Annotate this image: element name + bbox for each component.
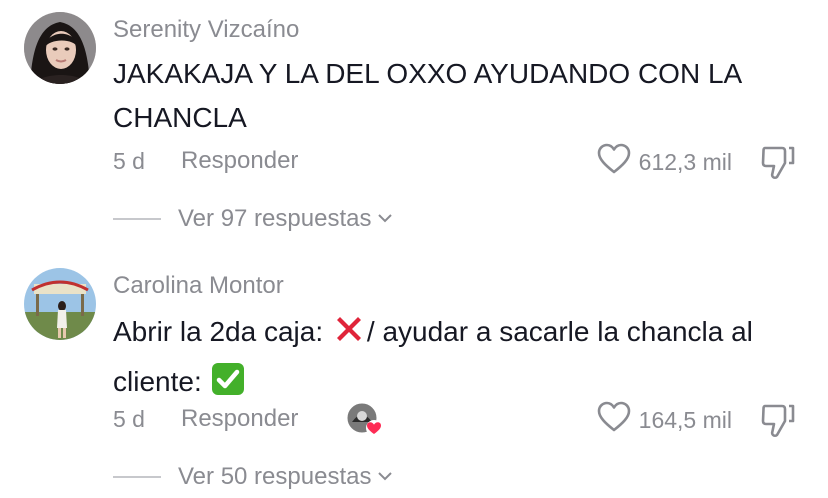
divider xyxy=(113,218,161,220)
like-count: 164,5 mil xyxy=(638,406,732,433)
comment-timestamp: 5 d xyxy=(113,406,145,432)
dislike-button[interactable] xyxy=(760,144,798,180)
like-count: 612,3 mil xyxy=(638,148,732,175)
view-replies-label: Ver 50 respuestas xyxy=(178,463,372,490)
comment-text-part: Abrir la 2da caja: xyxy=(113,316,331,347)
heart-outline-icon xyxy=(597,143,631,181)
avatar[interactable] xyxy=(24,268,96,340)
comment-username[interactable]: Carolina Montor xyxy=(113,272,284,300)
chevron-down-icon xyxy=(377,210,393,228)
comment-item: Carolina Montor Abrir la 2da caja: / ayu… xyxy=(0,258,828,498)
reply-button[interactable]: Responder xyxy=(181,147,298,175)
like-button[interactable]: 164,5 mil xyxy=(597,401,732,439)
divider xyxy=(113,476,161,478)
dislike-button[interactable] xyxy=(760,402,798,438)
thumbs-down-icon xyxy=(760,404,798,442)
check-mark-button-emoji xyxy=(210,361,246,410)
creator-liked-badge xyxy=(346,402,382,438)
view-replies-button[interactable]: Ver 50 respuestas xyxy=(113,463,393,491)
comment-timestamp: 5 d xyxy=(113,148,145,174)
heart-icon xyxy=(366,420,382,436)
chevron-down-icon xyxy=(377,468,393,486)
comment-username[interactable]: Serenity Vizcaíno xyxy=(113,16,299,44)
view-replies-label: Ver 97 respuestas xyxy=(178,205,372,232)
thumbs-down-icon xyxy=(760,146,798,184)
cross-mark-emoji xyxy=(331,311,367,360)
like-button[interactable]: 612,3 mil xyxy=(597,143,732,181)
view-replies-button[interactable]: Ver 97 respuestas xyxy=(113,205,393,233)
comment-text: Abrir la 2da caja: / ayudar a sacarle la… xyxy=(113,310,803,410)
comment-item: Serenity Vizcaíno JAKAKAJA Y LA DEL OXXO… xyxy=(0,0,828,240)
reply-button[interactable]: Responder xyxy=(181,405,298,433)
comment-text: JAKAKAJA Y LA DEL OXXO AYUDANDO CON LA C… xyxy=(113,58,741,133)
avatar[interactable] xyxy=(24,12,96,84)
heart-outline-icon xyxy=(597,401,631,439)
